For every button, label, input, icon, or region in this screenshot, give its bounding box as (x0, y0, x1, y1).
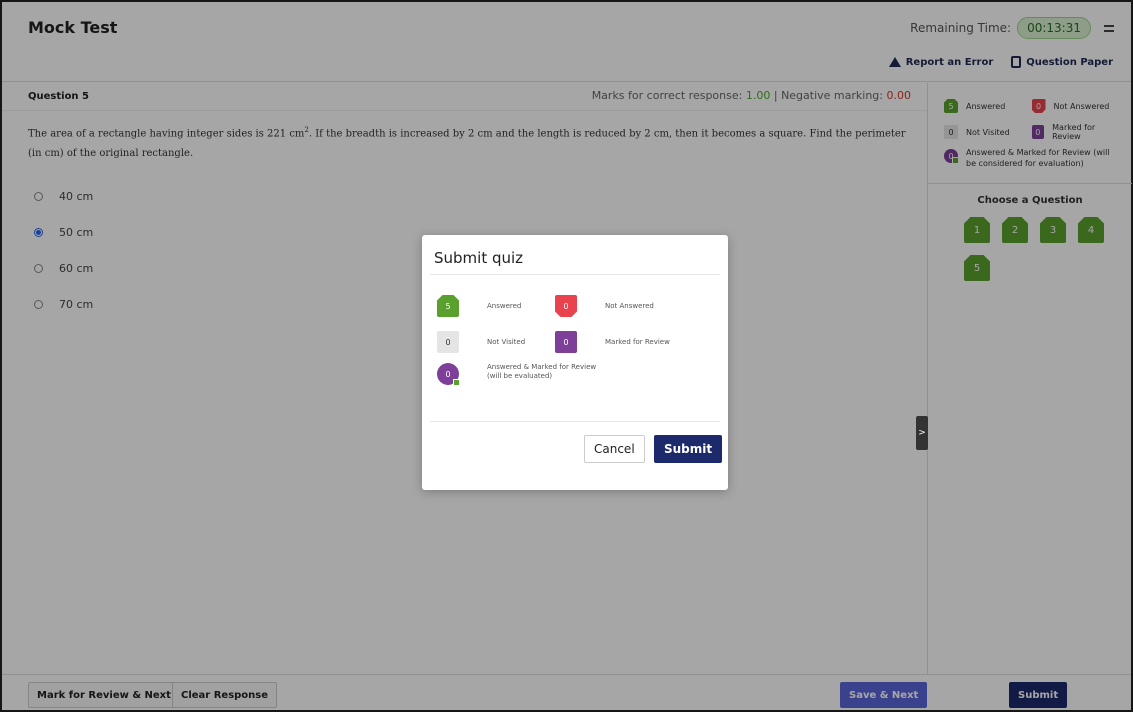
dialog-label: Not Visited (487, 338, 526, 346)
answered-marked-badge: 0 (437, 363, 460, 386)
dialog-answered: 5 Answered (437, 295, 555, 317)
not-visited-badge: 0 (437, 331, 459, 353)
dialog-answered-marked-text: Answered & Marked for Review (will be ev… (487, 363, 596, 381)
panel-toggle-button[interactable]: > (916, 416, 928, 450)
dialog-marked: 0 Marked for Review (555, 331, 673, 353)
dialog-row-2: 0 Not Visited 0 Marked for Review (437, 331, 673, 353)
marked-badge: 0 (555, 331, 577, 353)
dialog-not-answered: 0 Not Answered (555, 295, 673, 317)
dialog-label: Not Answered (605, 302, 654, 310)
dialog-submit-button[interactable]: Submit (654, 435, 723, 463)
dialog-divider (430, 274, 720, 275)
dialog-title: Submit quiz (434, 249, 524, 267)
dialog-divider (430, 421, 720, 422)
dialog-answered-marked: 0 Answered & Marked for Review (will be … (437, 363, 596, 386)
dialog-row-1: 5 Answered 0 Not Answered (437, 295, 673, 317)
dialog-label: Marked for Review (605, 338, 670, 346)
submit-quiz-dialog: Submit quiz 5 Answered 0 Not Answered 0 … (422, 235, 728, 490)
cancel-button[interactable]: Cancel (584, 435, 645, 463)
dialog-label: Answered & Marked for Review (487, 363, 597, 371)
dialog-label: Answered (487, 302, 522, 310)
dialog-not-visited: 0 Not Visited (437, 331, 555, 353)
not-answered-badge: 0 (555, 295, 577, 317)
dialog-sublabel: (will be evaluated) (487, 372, 553, 380)
answered-badge: 5 (437, 295, 459, 317)
